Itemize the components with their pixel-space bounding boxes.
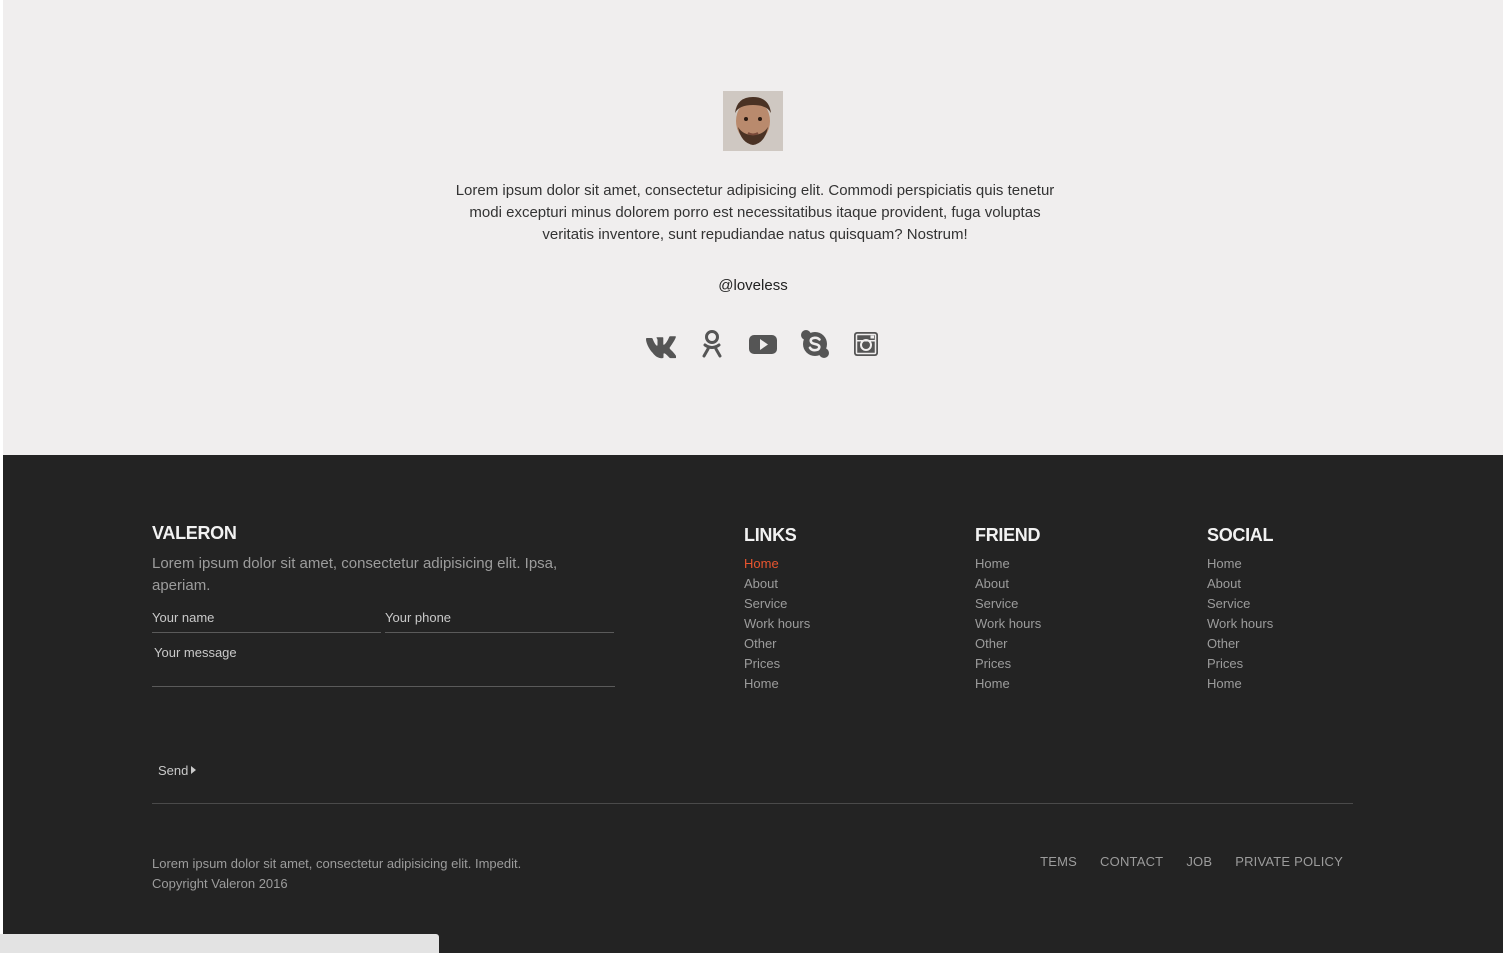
bottom-overlay-bar — [0, 934, 439, 953]
footer-description: Lorem ipsum dolor sit amet, consectetur … — [152, 555, 558, 594]
private-policy-link[interactable]: PRIVATE POLICY — [1235, 854, 1343, 869]
copyright-text: Copyright Valeron 2016 — [152, 876, 288, 891]
social-item-work-hours[interactable]: Work hours — [1207, 614, 1273, 634]
testimonial-handle: @loveless — [718, 277, 788, 294]
friend-column: FRIEND Home About Service Work hours Oth… — [975, 525, 1041, 694]
footer-bottom-links: TEMS CONTACT JOB PRIVATE POLICY — [1040, 854, 1343, 869]
links-item-home[interactable]: Home — [744, 554, 810, 574]
social-item-other[interactable]: Other — [1207, 634, 1273, 654]
vk-icon[interactable] — [643, 327, 677, 361]
column-title: LINKS — [744, 525, 797, 545]
social-item-about[interactable]: About — [1207, 574, 1273, 594]
caret-right-icon — [191, 766, 197, 774]
name-field[interactable]: Your name — [152, 610, 381, 633]
send-label: Send — [158, 763, 189, 778]
social-item-prices[interactable]: Prices — [1207, 654, 1273, 674]
message-placeholder: Your message — [154, 645, 237, 660]
footer: VALERON Lorem ipsum dolor sit amet, cons… — [3, 455, 1503, 953]
job-link[interactable]: JOB — [1186, 854, 1212, 869]
social-item-home[interactable]: Home — [1207, 554, 1273, 574]
social-item-home-2[interactable]: Home — [1207, 674, 1273, 694]
phone-field[interactable]: Your phone — [385, 610, 614, 633]
name-placeholder: Your name — [152, 610, 215, 625]
footer-brand: VALERON — [152, 523, 237, 543]
message-field[interactable]: Your message — [152, 645, 615, 687]
links-item-work-hours[interactable]: Work hours — [744, 614, 810, 634]
skype-icon[interactable] — [798, 327, 832, 361]
friend-item-work-hours[interactable]: Work hours — [975, 614, 1041, 634]
terms-link[interactable]: TEMS — [1040, 854, 1077, 869]
avatar-portrait — [723, 91, 783, 151]
friend-item-other[interactable]: Other — [975, 634, 1041, 654]
youtube-icon[interactable] — [746, 327, 780, 361]
friend-item-service[interactable]: Service — [975, 594, 1041, 614]
friend-item-home-2[interactable]: Home — [975, 674, 1041, 694]
links-item-home-2[interactable]: Home — [744, 674, 810, 694]
friend-item-about[interactable]: About — [975, 574, 1041, 594]
contact-link[interactable]: CONTACT — [1100, 854, 1163, 869]
phone-placeholder: Your phone — [385, 610, 452, 625]
column-title: FRIEND — [975, 525, 1041, 545]
testimonial-text: Lorem ipsum dolor sit amet, consectetur … — [455, 182, 1055, 243]
footer-copyright: Lorem ipsum dolor sit amet, consectetur … — [152, 854, 521, 894]
links-column: LINKS Home About Service Work hours Othe… — [744, 525, 810, 694]
friend-item-prices[interactable]: Prices — [975, 654, 1041, 674]
social-icons — [643, 326, 883, 362]
send-button[interactable]: Send — [158, 763, 197, 778]
social-column: SOCIAL Home About Service Work hours Oth… — [1207, 525, 1274, 694]
links-item-prices[interactable]: Prices — [744, 654, 810, 674]
column-title: SOCIAL — [1207, 525, 1274, 545]
links-item-other[interactable]: Other — [744, 634, 810, 654]
social-item-service[interactable]: Service — [1207, 594, 1273, 614]
friend-item-home[interactable]: Home — [975, 554, 1041, 574]
testimonial-section: Lorem ipsum dolor sit amet, consectetur … — [3, 0, 1503, 455]
footer-divider — [152, 803, 1353, 804]
avatar — [723, 91, 783, 151]
instagram-icon[interactable] — [849, 327, 883, 361]
footer-bottom-line: Lorem ipsum dolor sit amet, consectetur … — [152, 856, 522, 871]
links-item-service[interactable]: Service — [744, 594, 810, 614]
odnoklassniki-icon[interactable] — [695, 327, 729, 361]
links-item-about[interactable]: About — [744, 574, 810, 594]
